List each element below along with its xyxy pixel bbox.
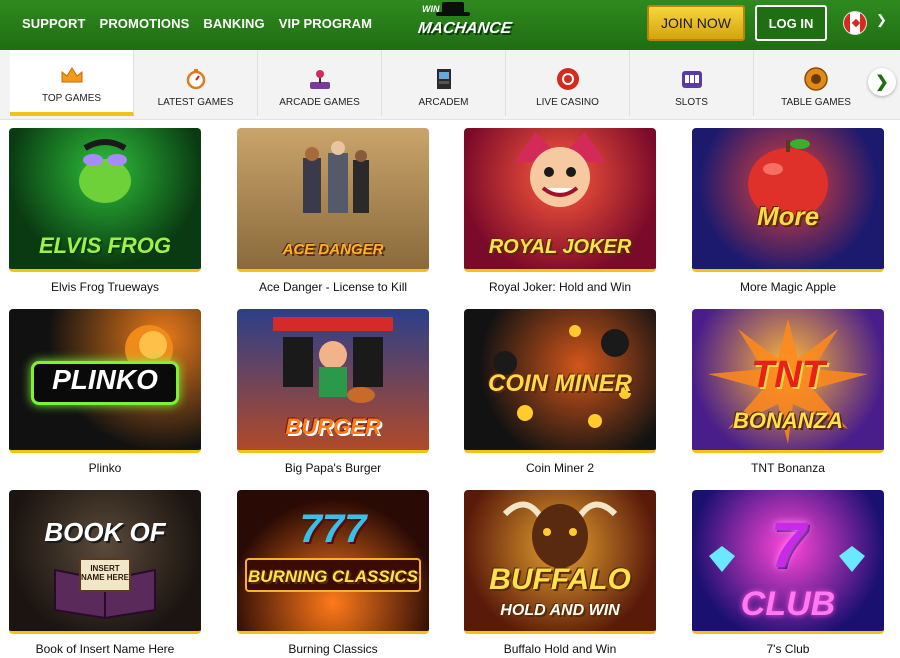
game-card-ace-danger[interactable]: ACE DANGER	[237, 128, 429, 272]
logo-brand-text: MACHANCE	[416, 20, 513, 37]
arcade-cabinet-icon	[431, 67, 457, 91]
agents-illustration	[303, 141, 369, 213]
game-art-title: More	[756, 201, 820, 231]
joystick-icon	[307, 67, 333, 91]
game-art-subtitle: BONANZA	[733, 408, 843, 433]
game-art-title: COIN MINER	[488, 370, 632, 397]
game-card-royal-joker[interactable]: ROYAL JOKER	[464, 128, 656, 272]
nav-vip-program[interactable]: VIP PROGRAM	[279, 16, 372, 31]
slot-machine-icon	[679, 67, 705, 91]
diamond-icon	[709, 546, 735, 572]
frog-character-icon	[79, 139, 131, 203]
game-card-more-magic-apple[interactable]: More	[692, 128, 884, 272]
join-now-button[interactable]: JOIN NOW	[647, 5, 745, 41]
nav-support[interactable]: SUPPORT	[22, 16, 86, 31]
game-name[interactable]: Book of Insert Name Here	[9, 642, 201, 656]
game-art-subtitle: HOLD AND WIN	[500, 602, 620, 619]
tab-label: TOP GAMES	[41, 93, 102, 104]
game-card-elvis-frog[interactable]: ELVIS FROG	[9, 128, 201, 272]
game-name[interactable]: Ace Danger - License to Kill	[237, 280, 429, 294]
game-card-plinko[interactable]: PLINKO	[9, 309, 201, 453]
game-card-burning-classics[interactable]: 777 BURNING CLASSICS	[237, 490, 429, 634]
crown-icon	[59, 63, 85, 87]
buffalo-icon	[502, 501, 618, 568]
game-name[interactable]: Royal Joker: Hold and Win	[464, 280, 656, 294]
game-name[interactable]: 7's Club	[692, 642, 884, 656]
nav-promotions[interactable]: PROMOTIONS	[100, 16, 190, 31]
game-name[interactable]: Coin Miner 2	[464, 461, 656, 475]
tab-table-games[interactable]: TABLE GAMES	[754, 50, 878, 116]
game-card-big-papas-burger[interactable]: BURGER	[237, 309, 429, 453]
nav-banking[interactable]: BANKING	[203, 16, 264, 31]
tab-live-casino[interactable]: LIVE CASINO	[506, 50, 630, 116]
game-card-book-of-insert-name-here[interactable]: BOOK OF INSERT NAME HERE	[9, 490, 201, 634]
game-art-subtitle: INSERT NAME HERE	[79, 558, 131, 592]
chevron-right-icon[interactable]: ❯	[868, 68, 896, 96]
game-art-title: ROYAL JOKER	[488, 236, 632, 258]
game-art-title: BOOK OF	[44, 517, 166, 547]
top-header: SUPPORT PROMOTIONS BANKING VIP PROGRAM W…	[0, 0, 900, 50]
game-name[interactable]: Buffalo Hold and Win	[464, 642, 656, 656]
game-art-title: TNT	[751, 354, 825, 396]
game-art-title: PLINKO	[52, 364, 158, 395]
game-art-title: BURNING CLASSICS	[247, 567, 418, 586]
game-art-subtitle: 777	[299, 507, 367, 551]
chevron-down-icon[interactable]: ❯	[876, 12, 887, 28]
stopwatch-icon	[183, 67, 209, 91]
tab-slots[interactable]: SLOTS	[630, 50, 754, 116]
tab-label: LIVE CASINO	[536, 97, 599, 108]
tab-label: LATEST GAMES	[157, 97, 234, 108]
tab-top-games[interactable]: TOP GAMES	[10, 50, 134, 116]
tab-arcadem[interactable]: ARCADEM	[382, 50, 506, 116]
joker-face-icon	[515, 132, 605, 207]
tab-label: SLOTS	[675, 97, 708, 108]
game-card-coin-miner-2[interactable]: COIN MINER	[464, 309, 656, 453]
game-name[interactable]: Elvis Frog Trueways	[9, 280, 201, 294]
tab-label: TABLE GAMES	[781, 97, 851, 108]
game-art-title: BURGER	[285, 414, 381, 439]
game-name[interactable]: More Magic Apple	[692, 280, 884, 294]
game-art-title: BUFFALO	[489, 563, 631, 596]
roulette-icon	[803, 67, 829, 91]
poker-chip-icon	[555, 67, 581, 91]
tab-label: ARCADEM	[418, 97, 469, 108]
game-name[interactable]: TNT Bonanza	[692, 461, 884, 475]
main-nav: SUPPORT PROMOTIONS BANKING VIP PROGRAM	[22, 0, 372, 46]
tab-arcade-games[interactable]: ARCADE GAMES	[258, 50, 382, 116]
game-art-title: ELVIS FROG	[38, 233, 172, 258]
game-name[interactable]: Big Papa's Burger	[237, 461, 429, 475]
category-bar: TOP GAMES LATEST GAMES ARCADE GAMES ARCA…	[0, 50, 900, 120]
game-card-7s-club[interactable]: 7 CLUB	[692, 490, 884, 634]
game-name[interactable]: Burning Classics	[237, 642, 429, 656]
chef-character-icon	[273, 317, 393, 403]
game-card-buffalo-hold-and-win[interactable]: BUFFALO HOLD AND WIN	[464, 490, 656, 634]
log-in-button[interactable]: LOG IN	[755, 5, 827, 41]
diamond-icon	[839, 546, 865, 572]
canada-flag-icon[interactable]	[843, 11, 867, 35]
game-card-tnt-bonanza[interactable]: TNT BONANZA	[692, 309, 884, 453]
game-name[interactable]: Plinko	[9, 461, 201, 475]
tab-latest-games[interactable]: LATEST GAMES	[134, 50, 258, 116]
game-art-title: ACE DANGER	[282, 241, 384, 258]
site-logo[interactable]: WIN MACHANCE	[417, 2, 513, 48]
game-art-title: CLUB	[740, 585, 836, 623]
tab-label: ARCADE GAMES	[279, 97, 360, 108]
top-hat-icon	[436, 2, 470, 16]
